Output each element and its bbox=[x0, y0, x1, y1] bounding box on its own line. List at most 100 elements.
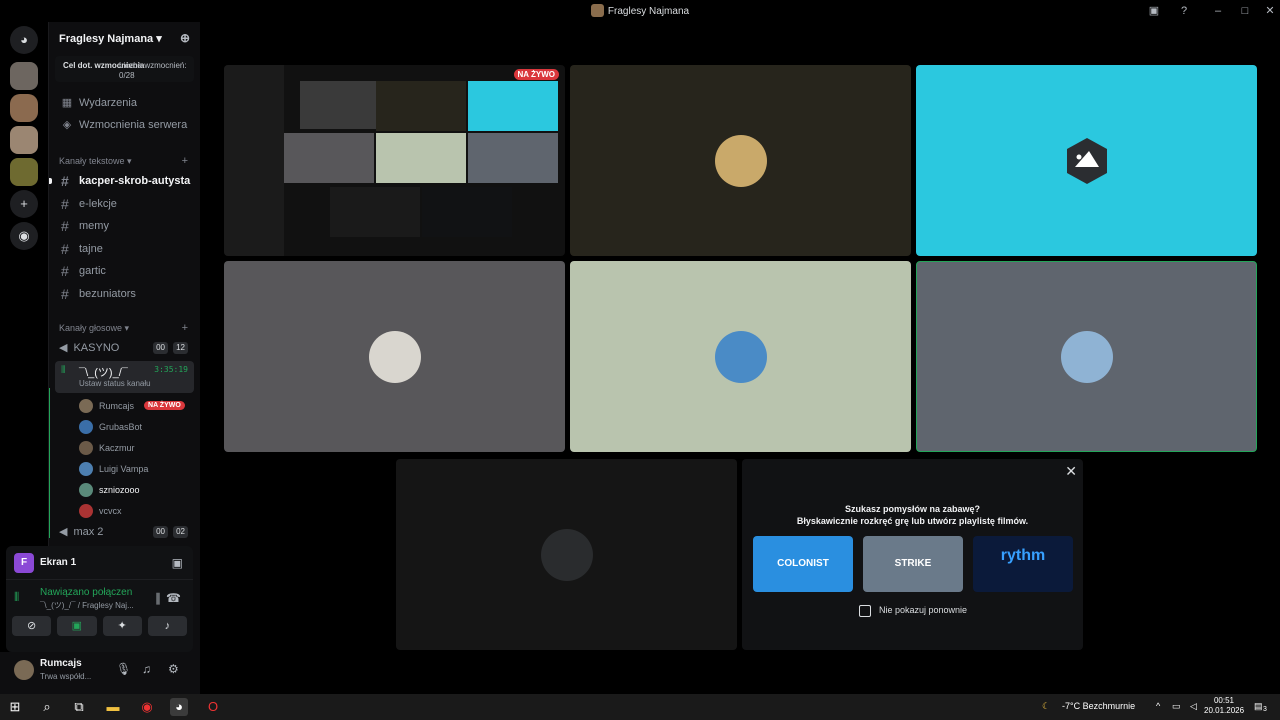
add-channel-icon[interactable]: + bbox=[182, 319, 188, 337]
active-voice-channel[interactable]: ⦀ ¯\_(ツ)_/¯ Ustaw status kanału 3:35:19 bbox=[55, 361, 194, 393]
volume-icon[interactable]: ◁ bbox=[1190, 701, 1197, 712]
server-icon-2[interactable] bbox=[10, 94, 38, 122]
screen-share-button[interactable]: ▣ bbox=[57, 616, 97, 636]
user-panel: Rumcajs Trwa współd... 🎙 ♫ ⚙ bbox=[0, 652, 200, 694]
voice-channel[interactable]: ◀ KASYNO 00 12 bbox=[49, 337, 200, 359]
voice-member[interactable]: Luigi Vampa bbox=[49, 458, 200, 479]
avatar bbox=[79, 461, 93, 476]
boost-goal[interactable]: Cel dot. wzmocnienia Liczba wzmocnień: 0… bbox=[55, 56, 194, 82]
voice-panel: F Ekran 1 ▣ ⦀ Nawiązano połączen ¯\_(ツ)_… bbox=[6, 546, 193, 652]
avatar bbox=[79, 440, 93, 455]
server-icon-1[interactable] bbox=[10, 62, 38, 90]
maximize-button[interactable]: □ bbox=[1237, 3, 1253, 19]
server-icon-3[interactable] bbox=[10, 126, 38, 154]
activity-card-strike[interactable]: STRIKE bbox=[863, 536, 963, 592]
signal-icon: ⦀ bbox=[14, 590, 20, 604]
participant-tile[interactable] bbox=[916, 65, 1257, 256]
voice-member[interactable]: szniozooo bbox=[49, 479, 200, 500]
speaker-icon: ◀ bbox=[59, 342, 68, 354]
close-icon[interactable]: ✕ bbox=[1065, 463, 1077, 480]
camera-off-button[interactable]: ⊘ bbox=[12, 616, 52, 636]
dont-show-again-checkbox[interactable] bbox=[859, 605, 871, 617]
avatar bbox=[714, 330, 767, 383]
voice-member[interactable]: Kaczmur bbox=[49, 437, 200, 458]
voice-channel[interactable]: ◀ max 2 00 02 bbox=[49, 521, 200, 543]
windows-start-icon[interactable]: ⊞ bbox=[6, 698, 24, 716]
speaker-active-icon: ⦀ bbox=[61, 365, 66, 376]
stream-preview-tile bbox=[468, 81, 558, 131]
activity-card-colonist[interactable]: COLONIST bbox=[753, 536, 853, 592]
stream-tile[interactable]: NA ŻYWO bbox=[224, 65, 565, 256]
voice-member[interactable]: vcvcx bbox=[49, 500, 200, 521]
voice-member[interactable]: Rumcajs NA ŻYWO bbox=[49, 395, 200, 416]
network-icon[interactable]: ▭ bbox=[1172, 701, 1181, 712]
discord-home-icon[interactable]: ◕ bbox=[10, 26, 38, 54]
close-button[interactable]: ✕ bbox=[1262, 3, 1278, 19]
activity-card-rythm[interactable]: rythm bbox=[973, 536, 1073, 592]
speaker-icon: ◀ bbox=[59, 526, 68, 538]
discover-icon[interactable]: ◉ bbox=[10, 222, 38, 250]
stream-preview-sidebar bbox=[224, 65, 284, 256]
channel-item[interactable]: # memy bbox=[49, 215, 200, 238]
stream-preview-tile bbox=[284, 133, 374, 183]
channel-item[interactable]: # e-lekcje bbox=[49, 193, 200, 216]
microphone-icon[interactable]: 🎙 bbox=[116, 662, 131, 676]
voice-member[interactable]: GrubasBot bbox=[49, 416, 200, 437]
stream-preview-tile bbox=[330, 187, 420, 237]
discord-taskbar-icon[interactable]: ◕ bbox=[170, 698, 188, 716]
participant-tile-speaking[interactable] bbox=[916, 261, 1257, 452]
stream-preview-tile bbox=[422, 187, 512, 237]
avatar bbox=[79, 419, 93, 434]
add-server-icon[interactable]: + bbox=[10, 190, 38, 218]
stream-preview-tile bbox=[376, 81, 466, 131]
stop-stream-icon[interactable]: ▣ bbox=[172, 556, 183, 570]
server-header[interactable]: Fraglesy Najmana ▾ ⊕ bbox=[49, 22, 200, 54]
server-boosts-link[interactable]: ◈ Wzmocnienia serwera bbox=[49, 114, 200, 136]
channel-item[interactable]: # tajne bbox=[49, 238, 200, 261]
activities-button[interactable]: ✦ bbox=[102, 616, 142, 636]
participant-tile[interactable] bbox=[396, 459, 737, 650]
participant-tile[interactable] bbox=[224, 261, 565, 452]
voice-thread-line bbox=[49, 388, 50, 538]
avatar bbox=[540, 528, 593, 581]
avatar[interactable] bbox=[14, 660, 34, 680]
hash-icon: # bbox=[61, 263, 69, 279]
channel-item[interactable]: # gartic bbox=[49, 260, 200, 283]
invite-icon[interactable]: ⊕ bbox=[180, 31, 190, 45]
search-icon[interactable]: ⌕ bbox=[38, 698, 56, 716]
avatar bbox=[79, 398, 93, 413]
text-category[interactable]: Kanały tekstowe ▾ + bbox=[49, 152, 200, 170]
stream-preview[interactable]: F Ekran 1 ▣ bbox=[6, 546, 193, 580]
boost-icon: ◈ bbox=[62, 119, 72, 131]
clock[interactable]: 00:51 20.01.2026 bbox=[1204, 696, 1244, 716]
participant-tile[interactable] bbox=[570, 65, 911, 256]
title-bar: Fraglesy Najmana ▣ ? – □ ✕ bbox=[0, 0, 1280, 22]
hash-icon: # bbox=[61, 218, 69, 234]
voice-controls: ⊘ ▣ ✦ ♪ bbox=[6, 616, 193, 636]
participant-tile[interactable] bbox=[570, 261, 911, 452]
channel-item[interactable]: # kacper-skrob-autysta bbox=[49, 170, 200, 193]
noise-suppression-icon[interactable]: ∥ bbox=[155, 591, 161, 605]
file-explorer-icon[interactable]: ▬ bbox=[104, 698, 122, 716]
events-link[interactable]: ▦ Wydarzenia bbox=[49, 92, 200, 114]
minimize-button[interactable]: – bbox=[1210, 3, 1226, 19]
server-icon-4[interactable] bbox=[10, 158, 38, 186]
tray-chevron-icon[interactable]: ^ bbox=[1156, 701, 1160, 711]
task-view-icon[interactable]: ⧉ bbox=[70, 698, 88, 716]
disconnect-icon[interactable]: ☎ bbox=[166, 591, 181, 605]
connection-status[interactable]: ⦀ Nawiązano połączen ¯\_(ツ)_/¯ / Fragles… bbox=[6, 580, 193, 616]
chrome-icon[interactable]: ◉ bbox=[138, 698, 156, 716]
activity-promo: ✕ Szukasz pomysłów na zabawę? Błyskawicz… bbox=[742, 459, 1083, 650]
channel-status-link[interactable]: Ustaw status kanału bbox=[79, 379, 151, 388]
help-icon[interactable]: ? bbox=[1176, 3, 1192, 19]
chevron-down-icon: ▾ bbox=[156, 33, 162, 45]
headphones-icon[interactable]: ♫ bbox=[142, 662, 151, 676]
notification-icon[interactable]: ▤ bbox=[1254, 701, 1263, 712]
inbox-icon[interactable]: ▣ bbox=[1146, 3, 1162, 19]
soundboard-button[interactable]: ♪ bbox=[147, 616, 187, 636]
channel-item[interactable]: # bezuniators bbox=[49, 283, 200, 306]
settings-gear-icon[interactable]: ⚙ bbox=[168, 662, 179, 676]
voice-category[interactable]: Kanały głosowe ▾ + bbox=[49, 319, 200, 337]
add-channel-icon[interactable]: + bbox=[182, 152, 188, 170]
opera-icon[interactable]: O bbox=[204, 698, 222, 716]
